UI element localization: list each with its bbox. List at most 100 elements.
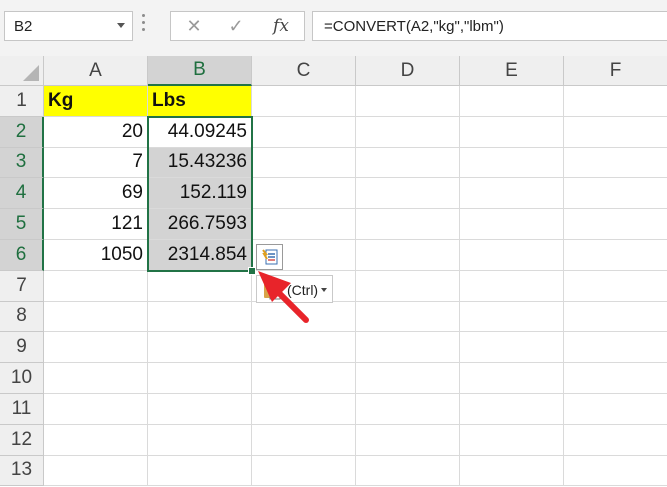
cell-e7[interactable]	[460, 270, 564, 302]
cell-d8[interactable]	[356, 301, 460, 333]
cell-c11[interactable]	[252, 394, 356, 425]
cell-e5[interactable]	[460, 209, 564, 240]
column-header-f[interactable]: F	[564, 56, 667, 86]
row-header-2[interactable]: 2	[0, 116, 44, 148]
cell-c4[interactable]	[252, 178, 356, 210]
cell-a3[interactable]: 7	[44, 147, 148, 179]
chevron-down-icon[interactable]	[117, 23, 125, 28]
row-header-11[interactable]: 11	[0, 394, 44, 425]
column-header-b[interactable]: B	[148, 56, 252, 86]
cell-c12[interactable]	[252, 424, 356, 456]
cell-a12[interactable]	[44, 424, 148, 456]
row-header-9[interactable]: 9	[0, 332, 44, 364]
row-header-8[interactable]: 8	[0, 301, 44, 333]
cell-e3[interactable]	[460, 147, 564, 179]
cell-a1[interactable]: Kg	[44, 86, 148, 117]
cell-c3[interactable]	[252, 147, 356, 179]
cell-c10[interactable]	[252, 363, 356, 394]
cell-d9[interactable]	[356, 332, 460, 364]
name-box[interactable]: B2	[4, 11, 133, 41]
row-header-12[interactable]: 12	[0, 424, 44, 456]
cell-f12[interactable]	[564, 425, 667, 456]
cell-b3[interactable]: 15.43236	[148, 147, 252, 179]
row-header-10[interactable]: 10	[0, 363, 44, 394]
fill-handle[interactable]	[248, 266, 256, 275]
row-header-4[interactable]: 4	[0, 178, 44, 210]
select-all-corner[interactable]	[0, 56, 44, 86]
cell-b13[interactable]	[148, 455, 252, 487]
cell-f7[interactable]	[564, 271, 667, 302]
cell-e8[interactable]	[460, 301, 564, 333]
cell-c9[interactable]	[252, 332, 356, 364]
row-header-7[interactable]: 7	[0, 270, 44, 302]
cell-b10[interactable]	[148, 363, 252, 394]
cell-b11[interactable]	[148, 394, 252, 425]
cell-b5[interactable]: 266.7593	[148, 209, 252, 240]
cell-d1[interactable]	[356, 86, 460, 117]
cell-b4[interactable]: 152.119	[148, 178, 252, 210]
cell-e2[interactable]	[460, 116, 564, 148]
cell-b9[interactable]	[148, 332, 252, 364]
cell-f8[interactable]	[564, 302, 667, 333]
cell-d6[interactable]	[356, 240, 460, 271]
cell-e1[interactable]	[460, 86, 564, 117]
cell-c8[interactable]	[252, 301, 356, 333]
cell-b7[interactable]	[148, 270, 252, 302]
cell-f1[interactable]	[564, 86, 667, 117]
row-header-3[interactable]: 3	[0, 147, 44, 179]
cell-d7[interactable]	[356, 270, 460, 302]
cell-d11[interactable]	[356, 394, 460, 425]
cell-f3[interactable]	[564, 148, 667, 179]
cell-a2[interactable]: 20	[44, 116, 148, 148]
cell-b6[interactable]: 2314.854	[148, 240, 252, 271]
cell-e9[interactable]	[460, 332, 564, 364]
cell-a10[interactable]	[44, 363, 148, 394]
cell-a5[interactable]: 121	[44, 209, 148, 240]
close-icon[interactable]: ✕	[181, 16, 207, 36]
cell-a6[interactable]: 1050	[44, 240, 148, 271]
column-header-d[interactable]: D	[356, 56, 460, 86]
cell-c5[interactable]	[252, 209, 356, 240]
cell-f9[interactable]	[564, 332, 667, 364]
formula-input[interactable]: =CONVERT(A2,"kg","lbm")	[312, 11, 667, 41]
cell-e10[interactable]	[460, 363, 564, 394]
cell-d13[interactable]	[356, 455, 460, 487]
cell-f11[interactable]	[564, 394, 667, 425]
cell-d4[interactable]	[356, 178, 460, 210]
row-header-1[interactable]: 1	[0, 86, 44, 117]
column-header-e[interactable]: E	[460, 56, 564, 86]
cell-a4[interactable]: 69	[44, 178, 148, 210]
cell-b8[interactable]	[148, 301, 252, 333]
column-header-c[interactable]: C	[252, 56, 356, 86]
cell-a13[interactable]	[44, 455, 148, 487]
drag-handle-icon[interactable]	[142, 14, 146, 36]
cell-f10[interactable]	[564, 363, 667, 394]
quick-analysis-button[interactable]	[256, 244, 283, 270]
paste-options-button[interactable]: (Ctrl)	[256, 275, 333, 303]
row-header-5[interactable]: 5	[0, 209, 44, 240]
cell-d5[interactable]	[356, 209, 460, 240]
cell-f13[interactable]	[564, 456, 667, 487]
cell-d3[interactable]	[356, 147, 460, 179]
cell-f5[interactable]	[564, 209, 667, 240]
cell-f6[interactable]	[564, 240, 667, 271]
cell-c1[interactable]	[252, 86, 356, 117]
cell-e12[interactable]	[460, 424, 564, 456]
row-header-13[interactable]: 13	[0, 455, 44, 487]
cell-b12[interactable]	[148, 424, 252, 456]
insert-function-button[interactable]: fx	[268, 16, 294, 36]
row-header-6[interactable]: 6	[0, 240, 44, 271]
column-header-a[interactable]: A	[44, 56, 148, 86]
cell-a7[interactable]	[44, 270, 148, 302]
cell-a11[interactable]	[44, 394, 148, 425]
check-icon[interactable]: ✓	[223, 16, 249, 36]
cell-c2[interactable]	[252, 116, 356, 148]
cell-d10[interactable]	[356, 363, 460, 394]
cell-e11[interactable]	[460, 394, 564, 425]
cell-f2[interactable]	[564, 117, 667, 148]
cell-d12[interactable]	[356, 424, 460, 456]
cell-c13[interactable]	[252, 455, 356, 487]
cell-a9[interactable]	[44, 332, 148, 364]
cell-b2[interactable]: 44.09245	[148, 116, 252, 148]
cell-e4[interactable]	[460, 178, 564, 210]
